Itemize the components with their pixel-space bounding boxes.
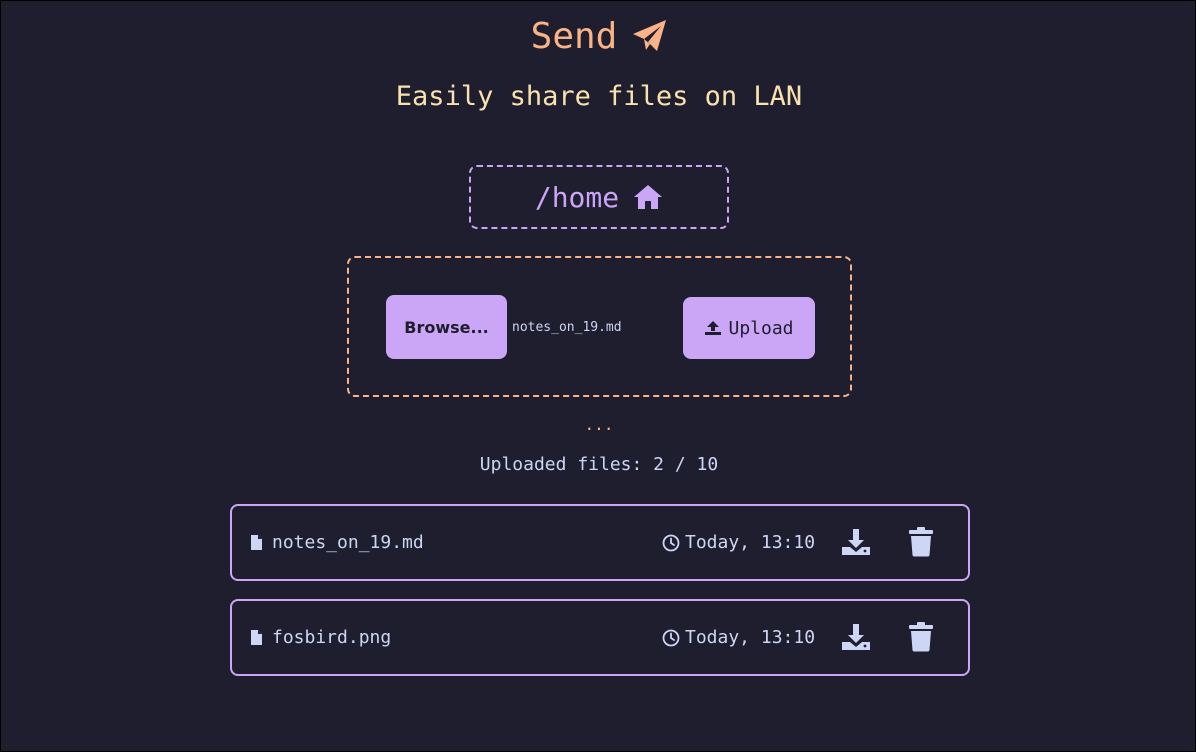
paper-plane-icon <box>631 19 667 53</box>
file-timestamp: Today, 13:10 <box>685 532 816 553</box>
file-timestamp: Today, 13:10 <box>685 627 816 648</box>
app-title: Send <box>530 15 618 57</box>
current-path: /home <box>534 180 620 214</box>
file-icon <box>250 534 263 551</box>
upload-area: Browse... notes_on_19.md Upload <box>347 256 852 397</box>
app-header: Send <box>1 13 1196 59</box>
file-name[interactable]: fosbird.png <box>272 627 391 648</box>
current-path-box[interactable]: /home <box>469 165 729 229</box>
upload-button[interactable]: Upload <box>683 297 815 359</box>
file-name[interactable]: notes_on_19.md <box>272 532 424 553</box>
browse-button[interactable]: Browse... <box>386 295 507 359</box>
file-row: notes_on_19.md Today, 13:10 <box>230 504 970 581</box>
trash-icon[interactable] <box>908 622 934 652</box>
clock-icon <box>662 629 680 647</box>
browse-button-label: Browse... <box>404 317 489 337</box>
file-row: fosbird.png Today, 13:10 <box>230 599 970 676</box>
app-subtitle: Easily share files on LAN <box>395 81 803 112</box>
upload-progress-indicator: ... <box>584 415 614 434</box>
download-icon[interactable] <box>841 527 871 557</box>
trash-icon[interactable] <box>908 527 934 557</box>
file-icon <box>250 629 263 646</box>
clock-icon <box>662 534 680 552</box>
download-icon[interactable] <box>841 622 871 652</box>
selected-file-name: notes_on_19.md <box>512 320 622 335</box>
upload-icon <box>704 320 722 336</box>
upload-button-label: Upload <box>728 317 794 339</box>
app-title-row: Send <box>1 13 1196 59</box>
home-icon[interactable] <box>633 184 663 210</box>
uploaded-files-count: Uploaded files: 2 / 10 <box>479 454 719 475</box>
